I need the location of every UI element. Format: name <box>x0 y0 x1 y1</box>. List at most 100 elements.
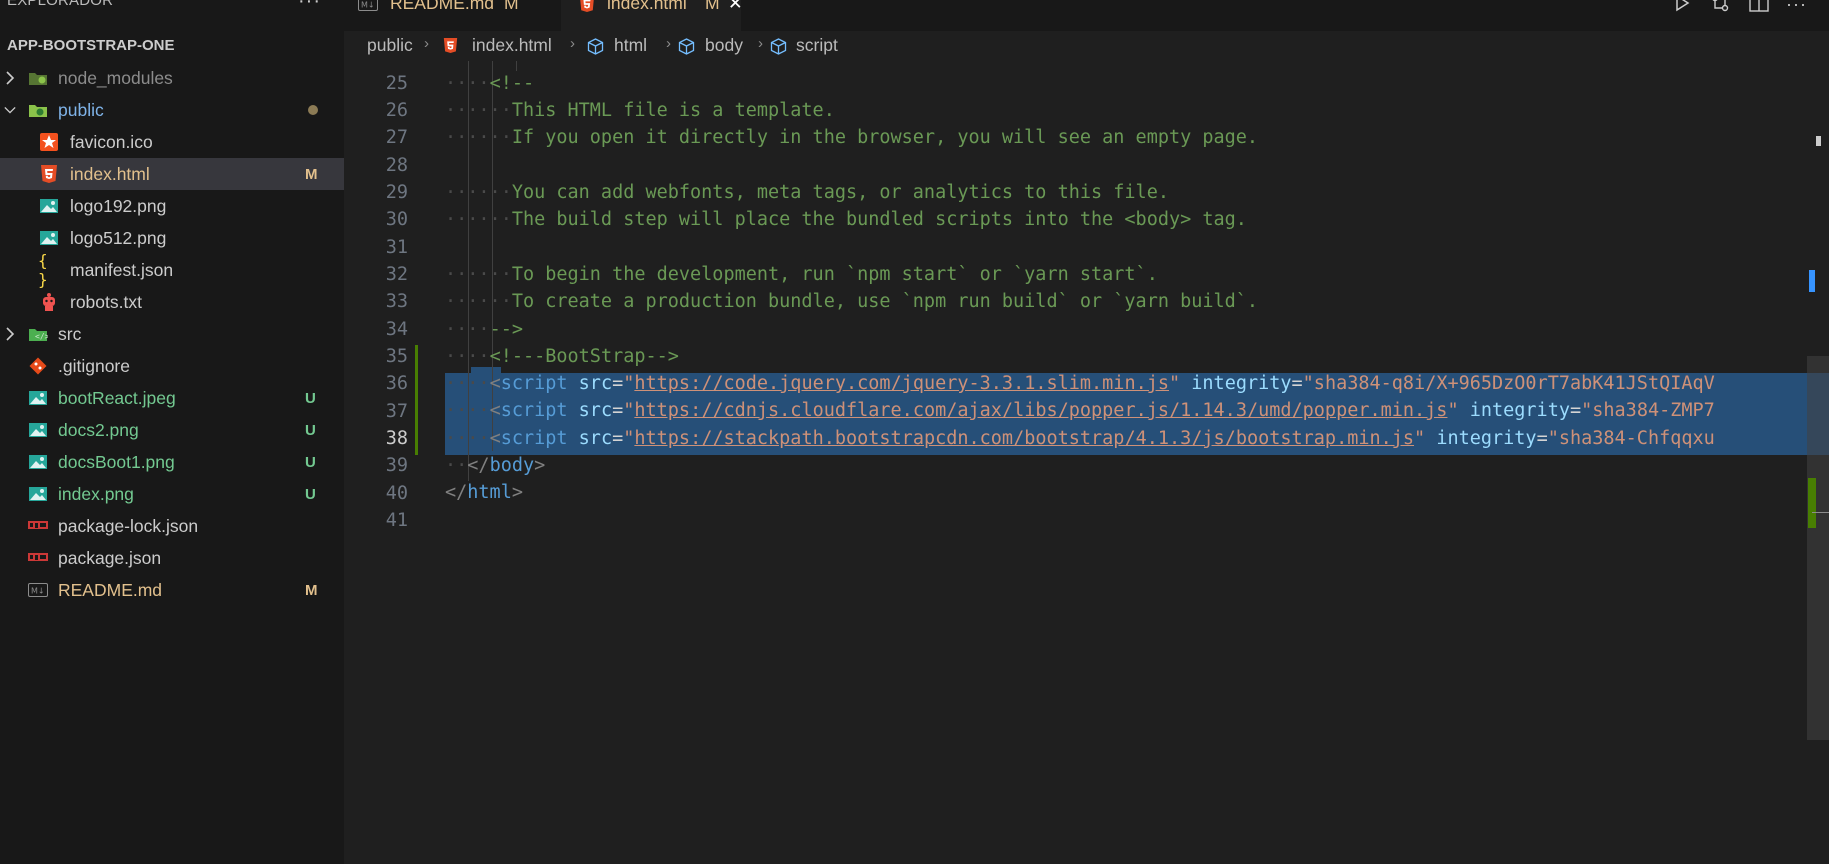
image-icon <box>27 388 49 408</box>
tree-item-index-png[interactable]: index.png U <box>0 478 344 510</box>
tree-item-bootreact[interactable]: bootReact.jpeg U <box>0 382 344 414</box>
tab-readme[interactable]: M↓ README.md M <box>344 0 558 31</box>
svg-text:</>: </> <box>35 332 48 341</box>
svg-text:M↓: M↓ <box>31 587 45 596</box>
tree-item-label: package-lock.json <box>58 515 199 536</box>
tree-item-label: public <box>58 99 104 120</box>
tree-item-package[interactable]: package.json <box>0 542 344 574</box>
tree-item-readme[interactable]: M↓ README.md M <box>0 574 344 606</box>
git-status-badge: M <box>305 581 318 599</box>
tree-item-gitignore[interactable]: .gitignore <box>0 350 344 382</box>
line-number: 24 <box>344 61 408 66</box>
code-line: ······If you open it directly in the bro… <box>445 127 1259 148</box>
chevron-right-icon: › <box>424 35 429 52</box>
tree-item-label: docsBoot1.png <box>58 451 175 472</box>
star-icon <box>38 132 60 152</box>
tree-item-package-lock[interactable]: package-lock.json <box>0 510 344 542</box>
line-number: 38 <box>385 428 408 449</box>
image-icon <box>27 452 49 472</box>
code-line-selected: ····<script src="https://code.jquery.com… <box>445 373 1715 394</box>
tree-item-label: robots.txt <box>70 291 142 312</box>
tree-item-label: package.json <box>58 547 162 568</box>
tree-item-label: bootReact.jpeg <box>58 387 176 408</box>
tree-item-src[interactable]: </> src <box>0 318 344 350</box>
line-number: 32 <box>385 264 408 285</box>
tab-index-html[interactable]: index.html M ✕ <box>561 0 743 31</box>
chevron-right-icon: › <box>758 35 763 52</box>
explorer-sidebar: EXPLORADOR ··· APP-BOOTSTRAP-ONE node_mo… <box>0 0 344 864</box>
close-icon[interactable]: ✕ <box>728 0 743 14</box>
line-number: 39 <box>385 455 408 476</box>
tab-status: M <box>504 0 519 13</box>
chevron-right-icon: › <box>666 35 671 52</box>
tree-item-docsboot1[interactable]: docsBoot1.png U <box>0 446 344 478</box>
code-line: ····<!---BootStrap--> <box>445 346 679 367</box>
overview-ruler-mark <box>1809 270 1815 292</box>
tree-item-label: src <box>58 323 82 344</box>
line-number: 33 <box>385 291 408 312</box>
line-number: 29 <box>385 182 408 203</box>
line-number: 26 <box>385 100 408 121</box>
code-line: ······This HTML file is a template. <box>445 100 835 121</box>
tree-item-node-modules[interactable]: node_modules <box>0 62 344 94</box>
tree-item-logo512[interactable]: logo512.png <box>0 222 344 254</box>
breadcrumb-item-html[interactable]: html <box>614 35 647 56</box>
line-number: 34 <box>385 319 408 340</box>
overview-ruler-cursor <box>1816 136 1821 146</box>
line-number: 35 <box>385 346 408 367</box>
tree-item-label: manifest.json <box>70 259 174 280</box>
code-line: ······The build step will place the bund… <box>445 209 1247 230</box>
modified-dot <box>308 105 318 115</box>
breadcrumb-item-public[interactable]: public <box>367 35 413 56</box>
breadcrumb-item-script[interactable]: script <box>796 35 838 56</box>
compare-changes-icon[interactable] <box>1710 0 1730 17</box>
image-icon <box>38 228 60 248</box>
editor-vertical-scrollbar[interactable] <box>1807 356 1829 740</box>
split-editor-icon[interactable] <box>1749 0 1769 17</box>
tree-item-favicon[interactable]: favicon.ico <box>0 126 344 158</box>
tree-item-logo192[interactable]: logo192.png <box>0 190 344 222</box>
breadcrumb-item-body[interactable]: body <box>705 35 743 56</box>
tree-item-label: node_modules <box>58 67 173 88</box>
image-icon <box>38 196 60 216</box>
tree-item-robots[interactable]: robots.txt <box>0 286 344 318</box>
git-icon <box>27 356 49 376</box>
git-gutter-added <box>415 345 418 455</box>
tree-item-manifest[interactable]: { } manifest.json <box>0 251 344 289</box>
git-status-badge: U <box>305 453 316 471</box>
line-number: 25 <box>385 73 408 94</box>
more-actions-icon[interactable]: ··· <box>1786 0 1807 15</box>
git-status-badge: M <box>305 165 318 183</box>
tree-item-label: favicon.ico <box>70 131 153 152</box>
run-icon[interactable] <box>1673 0 1691 17</box>
code-line: ··</body> <box>445 455 546 476</box>
code-line: </html> <box>445 482 523 503</box>
breadcrumb: public › index.html › html › body › scri… <box>344 31 1829 61</box>
code-line: ······To create a production bundle, use… <box>445 291 1259 312</box>
tree-item-label: index.png <box>58 483 134 504</box>
code-line: ······To begin the development, run `npm… <box>445 264 1158 285</box>
folder-public-icon <box>27 100 49 120</box>
explorer-title: EXPLORADOR <box>7 0 114 9</box>
cube-icon <box>678 38 695 60</box>
npm-icon <box>27 516 49 536</box>
tab-bar: M↓ README.md M index.html M ✕ ··· <box>344 0 1829 31</box>
chevron-down-icon <box>4 100 16 120</box>
html5-icon <box>38 164 60 184</box>
project-title[interactable]: APP-BOOTSTRAP-ONE <box>7 37 175 54</box>
chevron-right-icon: › <box>570 35 575 52</box>
tree-item-public[interactable]: public <box>0 94 344 126</box>
tree-item-index-html[interactable]: index.html M <box>0 158 344 190</box>
code-line: ····--> <box>445 319 523 340</box>
line-number: 40 <box>385 483 408 504</box>
more-actions-icon[interactable]: ··· <box>298 0 321 13</box>
line-number: 30 <box>385 209 408 230</box>
breadcrumb-item-file[interactable]: index.html <box>472 35 552 56</box>
tab-label: index.html <box>607 0 687 13</box>
tree-item-docs2[interactable]: docs2.png U <box>0 414 344 446</box>
line-number: 41 <box>385 510 408 531</box>
code-editor[interactable]: 24 25 26 27 28 29 30 31 32 33 34 35 36 3… <box>344 61 1829 864</box>
tree-item-label: README.md <box>58 579 163 600</box>
line-number: 28 <box>385 155 408 176</box>
overview-ruler-line <box>1812 512 1829 513</box>
